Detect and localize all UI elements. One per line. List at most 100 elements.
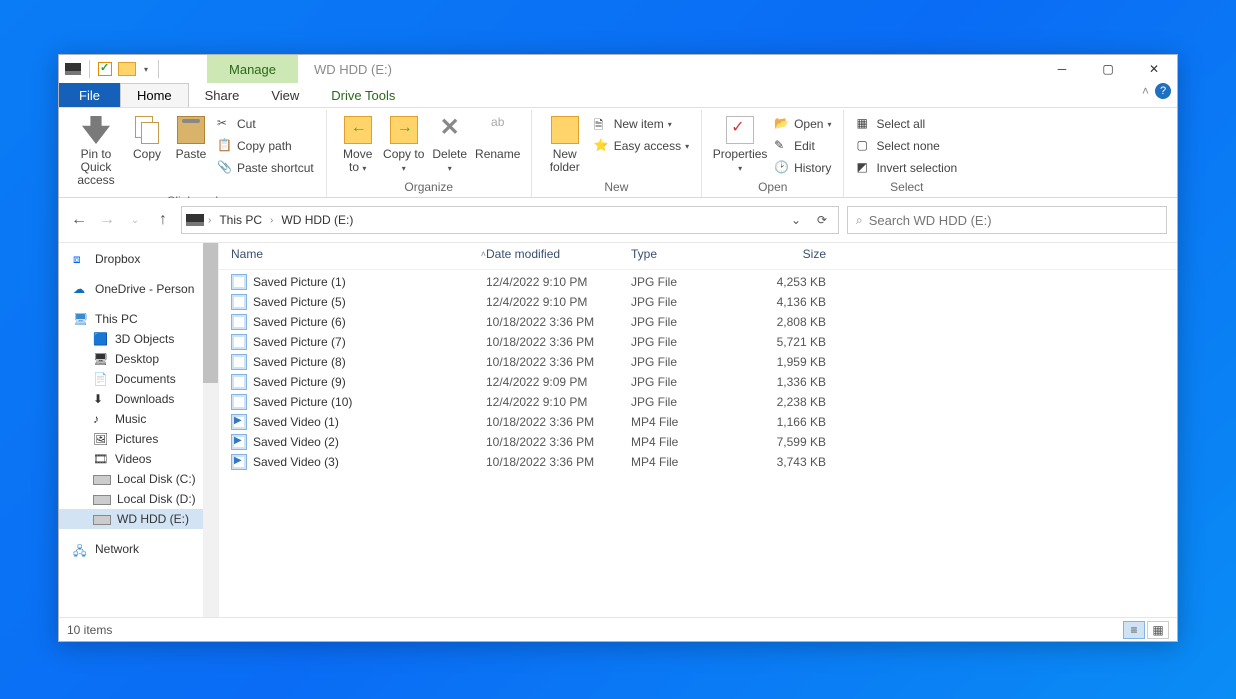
contextual-tab-manage[interactable]: Manage [207,55,298,83]
up-button[interactable]: ↑ [153,211,173,229]
file-size: 5,721 KB [751,335,826,349]
sidebar-item-wd-hdd-e-[interactable]: WD HDD (E:) [59,509,218,529]
back-button[interactable]: ← [69,211,89,229]
new-item-button[interactable]: 🗎New item ▾ [590,114,693,134]
tab-view[interactable]: View [255,83,315,107]
help-icon[interactable]: ? [1155,83,1171,99]
address-dropdown-button[interactable]: ⌄ [784,213,808,227]
move-to-button[interactable]: Move to ▾ [335,112,381,178]
file-size: 3,743 KB [751,455,826,469]
file-row[interactable]: Saved Picture (10)12/4/2022 9:10 PMJPG F… [219,392,1177,412]
edit-button[interactable]: ✎Edit [770,136,835,156]
column-header-name[interactable]: Name˄ [231,247,486,261]
open-button[interactable]: 📂Open ▾ [770,114,835,134]
invert-selection-button[interactable]: ◩Invert selection [852,158,961,178]
file-row[interactable]: Saved Picture (7)10/18/2022 3:36 PMJPG F… [219,332,1177,352]
file-row[interactable]: Saved Picture (1)12/4/2022 9:10 PMJPG Fi… [219,272,1177,292]
copy-icon [133,116,161,144]
refresh-button[interactable]: ⟳ [810,213,834,227]
sidebar-item-pictures[interactable]: 🖼Pictures [59,429,218,449]
paste-shortcut-icon: 📎 [217,160,233,176]
file-modified: 12/4/2022 9:09 PM [486,375,631,389]
copy-to-button[interactable]: Copy to ▾ [381,112,427,178]
select-none-button[interactable]: ▢Select none [852,136,961,156]
collapse-ribbon-icon[interactable]: ˄ [1142,84,1149,98]
file-row[interactable]: Saved Video (2)10/18/2022 3:36 PMMP4 Fil… [219,432,1177,452]
properties-button[interactable]: Properties ▾ [710,112,770,178]
file-list[interactable]: Saved Picture (1)12/4/2022 9:10 PMJPG Fi… [219,270,1177,617]
details-view-button[interactable]: ≡ [1123,621,1145,639]
sidebar-item-local-disk-c-[interactable]: Local Disk (C:) [59,469,218,489]
tab-drive-tools[interactable]: Drive Tools [315,83,411,107]
new-item-icon: 🗎 [594,116,610,132]
tab-home[interactable]: Home [120,83,189,107]
sidebar-item-documents[interactable]: 📄Documents [59,369,218,389]
column-header-size[interactable]: Size [751,247,826,261]
sidebar-item-this-pc[interactable]: 🖥 This PC [59,309,218,329]
sidebar-item-local-disk-d-[interactable]: Local Disk (D:) [59,489,218,509]
qat-properties-icon[interactable] [98,62,112,76]
new-folder-button[interactable]: New folder [540,112,590,178]
file-row[interactable]: Saved Video (3)10/18/2022 3:36 PMMP4 Fil… [219,452,1177,472]
search-box[interactable]: ⌕ [847,206,1167,234]
qat-newfolder-icon[interactable] [118,62,136,76]
file-size: 1,166 KB [751,415,826,429]
sidebar-item-3d-objects[interactable]: 🟦3D Objects [59,329,218,349]
file-type: JPG File [631,295,751,309]
sidebar-item-dropbox[interactable]: ⧈ Dropbox [59,249,218,269]
this-pc-icon: 🖥 [73,312,89,326]
tab-file[interactable]: File [59,83,120,107]
rename-button[interactable]: ab Rename [473,112,523,165]
column-header-type[interactable]: Type [631,247,751,261]
paste-shortcut-button[interactable]: 📎Paste shortcut [213,158,318,178]
address-bar[interactable]: › This PC › WD HDD (E:) ⌄ ⟳ [181,206,839,234]
address-row: ← → ⌄ ↑ › This PC › WD HDD (E:) ⌄ ⟳ ⌕ [59,198,1177,243]
sidebar-scrollbar[interactable] [203,243,218,617]
select-all-button[interactable]: ▦Select all [852,114,961,134]
close-button[interactable]: ✕ [1131,55,1177,83]
pin-to-quick-access-button[interactable]: Pin to Quick access [67,112,125,192]
file-name: Saved Video (2) [253,435,339,449]
recent-locations-button[interactable]: ⌄ [125,215,145,226]
file-type: MP4 File [631,435,751,449]
video-file-icon [231,414,247,430]
minimize-button[interactable]: ─ [1039,55,1085,83]
sidebar-item-network[interactable]: 🖧 Network [59,539,218,559]
chevron-right-icon[interactable]: › [208,215,211,226]
file-size: 1,336 KB [751,375,826,389]
easy-access-button[interactable]: ⭐Easy access ▾ [590,136,693,156]
file-row[interactable]: Saved Picture (8)10/18/2022 3:36 PMJPG F… [219,352,1177,372]
breadcrumb-drive[interactable]: WD HDD (E:) [277,213,357,227]
file-row[interactable]: Saved Picture (6)10/18/2022 3:36 PMJPG F… [219,312,1177,332]
forward-button[interactable]: → [97,211,117,229]
file-row[interactable]: Saved Picture (5)12/4/2022 9:10 PMJPG Fi… [219,292,1177,312]
breadcrumb-this-pc[interactable]: This PC [215,213,266,227]
copy-path-button[interactable]: 📋Copy path [213,136,318,156]
tab-share[interactable]: Share [189,83,256,107]
history-button[interactable]: 🕑History [770,158,835,178]
chevron-right-icon[interactable]: › [270,215,273,226]
paste-button[interactable]: Paste [169,112,213,165]
sidebar-scrollbar-thumb[interactable] [203,243,218,383]
search-input[interactable] [869,213,1158,228]
file-name: Saved Picture (10) [253,395,352,409]
sidebar-item-videos[interactable]: 🎞Videos [59,449,218,469]
file-row[interactable]: Saved Video (1)10/18/2022 3:36 PMMP4 Fil… [219,412,1177,432]
delete-button[interactable]: ✕ Delete ▾ [427,112,473,178]
column-header-modified[interactable]: Date modified [486,247,631,261]
drive-icon [65,63,81,75]
file-modified: 10/18/2022 3:36 PM [486,415,631,429]
qat-dropdown-icon[interactable]: ▾ [142,65,150,74]
file-row[interactable]: Saved Picture (9)12/4/2022 9:09 PMJPG Fi… [219,372,1177,392]
tiles-view-button[interactable]: ▦ [1147,621,1169,639]
sidebar-item-music[interactable]: ♪Music [59,409,218,429]
cut-button[interactable]: ✂Cut [213,114,318,134]
sidebar-item-downloads[interactable]: ⬇Downloads [59,389,218,409]
navigation-pane: ⧈ Dropbox ☁ OneDrive - Person 🖥 This PC … [59,243,219,617]
copy-button[interactable]: Copy [125,112,169,165]
sidebar-item-onedrive[interactable]: ☁ OneDrive - Person [59,279,218,299]
sidebar-item-desktop[interactable]: 🖥Desktop [59,349,218,369]
maximize-button[interactable]: ▢ [1085,55,1131,83]
video-file-icon [231,434,247,450]
ribbon-tabs: File Home Share View Drive Tools ˄ ? [59,83,1177,108]
